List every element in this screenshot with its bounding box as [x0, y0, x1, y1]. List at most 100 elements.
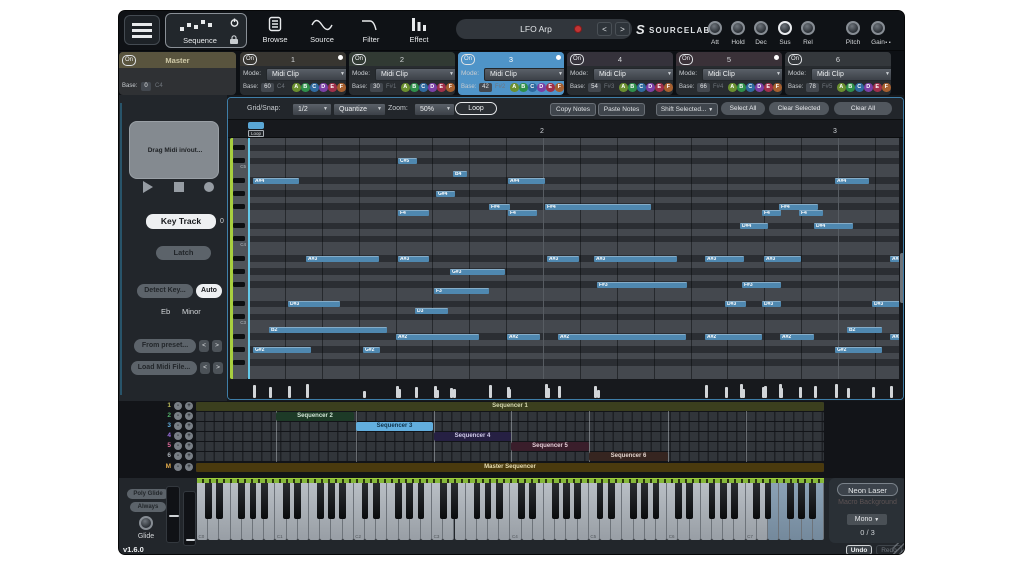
- black-key[interactable]: [249, 483, 257, 519]
- velocity-bar[interactable]: [398, 388, 401, 398]
- slot-button-E[interactable]: E: [764, 83, 773, 92]
- arr-minus-button[interactable]: -: [174, 452, 182, 460]
- black-key[interactable]: [451, 483, 458, 519]
- macro-button[interactable]: Neon Laser: [837, 483, 898, 496]
- midi-note[interactable]: D#3: [762, 301, 781, 308]
- tab-mode-dropdown[interactable]: Midi Clip ▼: [702, 68, 782, 81]
- midi-note[interactable]: A#4: [508, 177, 545, 184]
- loop-region-marker[interactable]: [248, 122, 264, 129]
- load-midi-next[interactable]: >: [213, 362, 223, 374]
- tab-mode-dropdown[interactable]: Midi Clip ▼: [593, 68, 673, 81]
- black-key[interactable]: [786, 483, 794, 519]
- arr-clip[interactable]: Sequencer 1: [196, 402, 824, 411]
- midi-note[interactable]: F4: [398, 210, 429, 217]
- knob-att[interactable]: [708, 21, 722, 35]
- playhead[interactable]: [248, 138, 250, 379]
- arr-minus-button[interactable]: -: [174, 442, 182, 450]
- slot-button-C[interactable]: C: [310, 83, 319, 92]
- black-key[interactable]: [764, 483, 772, 519]
- slot-button-D[interactable]: D: [755, 83, 764, 92]
- midi-note[interactable]: D#3: [725, 301, 746, 308]
- black-key[interactable]: [719, 483, 727, 519]
- resize-handle[interactable]: [893, 543, 904, 554]
- roll-black-key-A#2[interactable]: [233, 333, 245, 339]
- always-button[interactable]: Always: [130, 502, 166, 512]
- midi-note[interactable]: F#3: [742, 281, 781, 288]
- roll-black-key-C#5[interactable]: [233, 158, 245, 164]
- black-key[interactable]: [484, 483, 492, 519]
- tab-base-value[interactable]: 42: [479, 83, 492, 92]
- velocity-bar[interactable]: [436, 389, 439, 398]
- keyboard[interactable]: C0 C1 C2 C3 C4 C5 C6 C7: [197, 483, 824, 540]
- roll-black-key-F#4[interactable]: [233, 203, 245, 209]
- tab-seq-6[interactable]: On 6 Mode: Midi Clip ▼ Base: 78 F#5 A B C D E F: [785, 52, 891, 95]
- arr-plus-button[interactable]: +: [185, 463, 193, 471]
- velocity-bar[interactable]: [847, 387, 850, 398]
- clear-selected-button[interactable]: Clear Selected: [769, 102, 829, 115]
- arr-minus-button[interactable]: -: [174, 412, 182, 420]
- black-key[interactable]: [495, 483, 503, 519]
- tab-seq-5[interactable]: On 5 Mode: Midi Clip ▼ Base: 66 F#4 A B C D E F: [676, 52, 782, 95]
- black-key[interactable]: [294, 483, 302, 519]
- midi-note[interactable]: F#4: [779, 203, 818, 210]
- slot-button-A[interactable]: A: [728, 83, 737, 92]
- black-key[interactable]: [630, 483, 638, 519]
- black-key[interactable]: [439, 483, 447, 519]
- arr-plus-button[interactable]: +: [185, 422, 193, 430]
- midi-note[interactable]: F#4: [489, 203, 510, 210]
- velocity-bar[interactable]: [799, 386, 802, 398]
- slot-button-C[interactable]: C: [746, 83, 755, 92]
- roll-black-key-A#4[interactable]: [233, 177, 245, 183]
- black-key[interactable]: [204, 483, 212, 519]
- midi-note[interactable]: F4: [762, 210, 781, 217]
- midi-note[interactable]: G#2: [363, 346, 380, 353]
- slot-button-C[interactable]: C: [528, 83, 537, 92]
- roll-black-key-D#3[interactable]: [233, 301, 245, 307]
- black-key[interactable]: [417, 483, 425, 519]
- slot-button-F[interactable]: F: [446, 83, 455, 92]
- midi-note[interactable]: D#3: [288, 301, 340, 308]
- black-key[interactable]: [574, 483, 582, 519]
- roll-black-key-G#4[interactable]: [233, 190, 245, 196]
- toolbar-more[interactable]: ..: [885, 35, 892, 45]
- slot-button-F[interactable]: F: [337, 83, 346, 92]
- black-key[interactable]: [529, 483, 537, 519]
- velocity-bar[interactable]: [288, 385, 291, 398]
- knob-hold[interactable]: [731, 21, 745, 35]
- knob-dec[interactable]: [754, 21, 768, 35]
- roll-black-key-G#3[interactable]: [233, 268, 245, 274]
- arr-minus-button[interactable]: -: [174, 432, 182, 440]
- black-key[interactable]: [283, 483, 290, 519]
- velocity-bar[interactable]: [415, 386, 418, 398]
- quantize-dropdown[interactable]: Quantize ▼: [333, 103, 386, 116]
- black-key[interactable]: [473, 483, 481, 519]
- tab-master-base-value[interactable]: 0: [141, 82, 151, 91]
- slot-button-D[interactable]: D: [428, 83, 437, 92]
- black-key[interactable]: [563, 483, 570, 519]
- black-key[interactable]: [731, 483, 738, 519]
- from-preset-button[interactable]: From preset...: [134, 339, 196, 353]
- velocity-bar[interactable]: [890, 385, 893, 398]
- slot-button-D[interactable]: D: [319, 83, 328, 92]
- midi-note[interactable]: A#3: [705, 255, 744, 262]
- slot-button-B[interactable]: B: [628, 83, 637, 92]
- midi-note[interactable]: A#3: [306, 255, 379, 262]
- arr-plus-button[interactable]: +: [185, 432, 193, 440]
- velocity-bar[interactable]: [558, 385, 561, 398]
- tab-base-value[interactable]: 66: [697, 83, 710, 92]
- slot-button-B[interactable]: B: [301, 83, 310, 92]
- glide-knob[interactable]: [139, 516, 153, 530]
- midi-note[interactable]: A#2: [890, 333, 899, 340]
- midi-note[interactable]: A#2: [558, 333, 686, 340]
- roll-scrollbar[interactable]: [899, 138, 903, 379]
- glide-amount-fader[interactable]: [183, 491, 196, 546]
- slot-button-B[interactable]: B: [737, 83, 746, 92]
- black-key[interactable]: [641, 483, 649, 519]
- from-preset-prev[interactable]: <: [199, 340, 209, 352]
- slot-button-B[interactable]: B: [410, 83, 419, 92]
- tab-seq-3[interactable]: On 3 Mode: Midi Clip ▼ Base: 42 F#2 A B C D E F: [458, 52, 564, 95]
- arr-plus-button[interactable]: +: [185, 442, 193, 450]
- undo-button[interactable]: Undo: [846, 545, 872, 554]
- black-key[interactable]: [753, 483, 761, 519]
- tab-mode-dropdown[interactable]: Midi Clip ▼: [266, 68, 346, 81]
